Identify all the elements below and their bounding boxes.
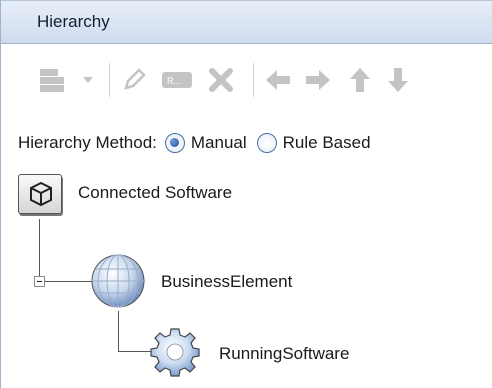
tree-node-running-software[interactable]: RunningSoftware	[149, 326, 409, 380]
rule-based-radio-label: Rule Based	[282, 133, 371, 152]
dropdown-arrow-icon[interactable]	[81, 65, 95, 95]
gear-icon	[149, 326, 201, 378]
tree-connector	[118, 351, 152, 352]
tree-node-connected-software[interactable]: Connected Software	[1, 170, 321, 236]
cube-icon	[18, 174, 62, 214]
hierarchy-method-row: Hierarchy Method: Manual Rule Based	[18, 131, 381, 155]
rule-based-radio-option[interactable]: Rule Based	[256, 133, 371, 153]
tree-node-business-element[interactable]: BusinessElement	[89, 252, 369, 312]
manual-radio-option[interactable]: Manual	[164, 133, 247, 153]
toolbar-separator	[253, 63, 254, 97]
edit-pencil-icon[interactable]	[119, 65, 149, 95]
collapse-toggle-icon[interactable]	[34, 276, 45, 287]
hierarchy-panel: Hierarchy R... Hierarchy Method: Manual …	[0, 0, 492, 388]
hierarchy-method-label: Hierarchy Method:	[18, 133, 157, 152]
panel-title: Hierarchy	[37, 12, 110, 31]
svg-text:R...: R...	[167, 76, 181, 86]
rule-based-radio-button[interactable]	[256, 133, 277, 153]
toolbar: R...	[1, 45, 492, 115]
delete-x-icon[interactable]	[206, 65, 236, 95]
rename-icon[interactable]: R...	[161, 65, 193, 95]
globe-icon	[89, 252, 147, 310]
tree-connector	[39, 219, 40, 281]
arrow-left-icon[interactable]	[263, 65, 293, 95]
arrow-right-icon[interactable]	[303, 65, 333, 95]
hierarchy-tree: Connected Software BusinessElement Runni…	[1, 170, 492, 388]
arrow-up-icon[interactable]	[346, 65, 374, 95]
tree-node-label: Connected Software	[78, 183, 233, 202]
manual-radio-button[interactable]	[164, 133, 185, 153]
tree-node-label: RunningSoftware	[219, 344, 350, 363]
toolbar-separator	[109, 63, 110, 97]
manual-radio-label: Manual	[190, 133, 247, 152]
tree-connector	[118, 311, 119, 351]
tree-connector	[46, 281, 92, 282]
arrow-down-icon[interactable]	[384, 65, 412, 95]
tree-node-label: BusinessElement	[161, 272, 293, 291]
panel-titlebar: Hierarchy	[1, 0, 492, 44]
new-menu-icon[interactable]	[37, 65, 67, 95]
